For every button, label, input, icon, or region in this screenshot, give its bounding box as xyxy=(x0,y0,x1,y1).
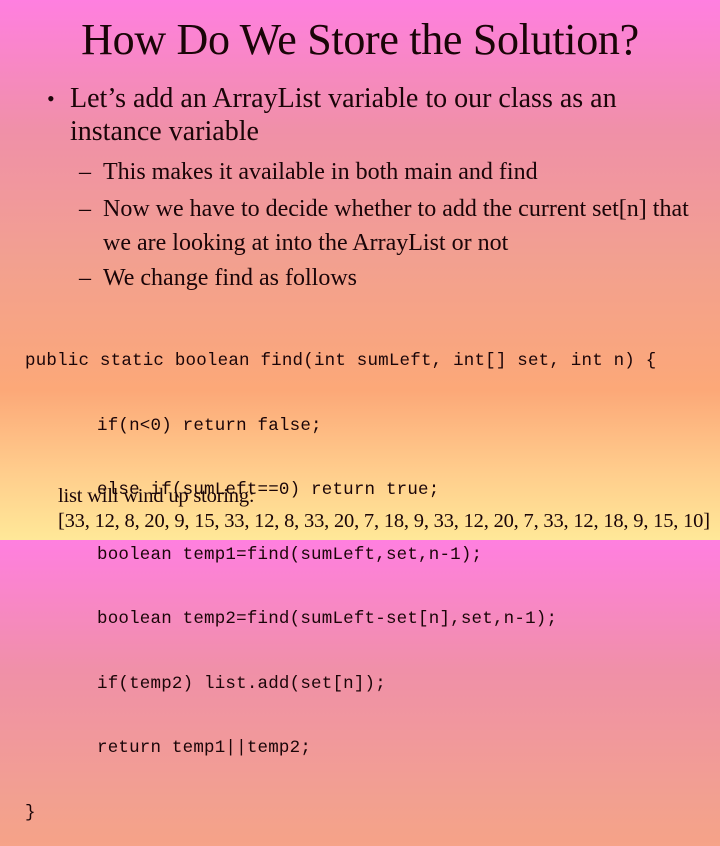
result-values: [33, 12, 8, 20, 9, 15, 33, 12, 8, 33, 20… xyxy=(58,510,710,532)
result-note: list will wind up storing: [33, 12, 8, 2… xyxy=(58,484,710,534)
sub-bullet-item: – We change find as follows xyxy=(79,261,699,296)
code-line: } xyxy=(25,802,36,823)
sub-bullet-list: – This makes it available in both main a… xyxy=(79,155,699,295)
sub-bullet-text: Now we have to decide whether to add the… xyxy=(103,195,689,257)
result-label: list will wind up storing: xyxy=(58,485,255,507)
code-line: boolean temp2=find(sumLeft-set[n],set,n-… xyxy=(97,609,558,629)
code-line: return temp1||temp2; xyxy=(97,738,312,758)
code-line: boolean temp1=find(sumLeft,set,n-1); xyxy=(97,544,483,565)
dash-icon: – xyxy=(79,195,91,222)
code-line: public static boolean find(int sumLeft, … xyxy=(25,351,657,371)
code-line: if(n<0) return false; xyxy=(97,415,322,436)
sub-bullet-text: We change find as follows xyxy=(103,264,357,291)
dash-icon: – xyxy=(79,264,91,291)
main-bullet: • Let’s add an ArrayList variable to our… xyxy=(47,82,677,148)
bullet-dot-icon: • xyxy=(47,86,55,111)
code-block: public static boolean find(int sumLeft, … xyxy=(25,308,656,846)
dash-icon: – xyxy=(79,159,91,185)
sub-bullet-text: This makes it available in both main and… xyxy=(103,159,538,185)
sub-bullet-item: – This makes it available in both main a… xyxy=(79,155,699,190)
sub-bullet-item: – Now we have to decide whether to add t… xyxy=(79,192,699,261)
bullet-text: Let’s add an ArrayList variable to our c… xyxy=(70,83,617,147)
code-line: if(temp2) list.add(set[n]); xyxy=(97,673,386,694)
slide-title: How Do We Store the Solution? xyxy=(81,15,639,64)
